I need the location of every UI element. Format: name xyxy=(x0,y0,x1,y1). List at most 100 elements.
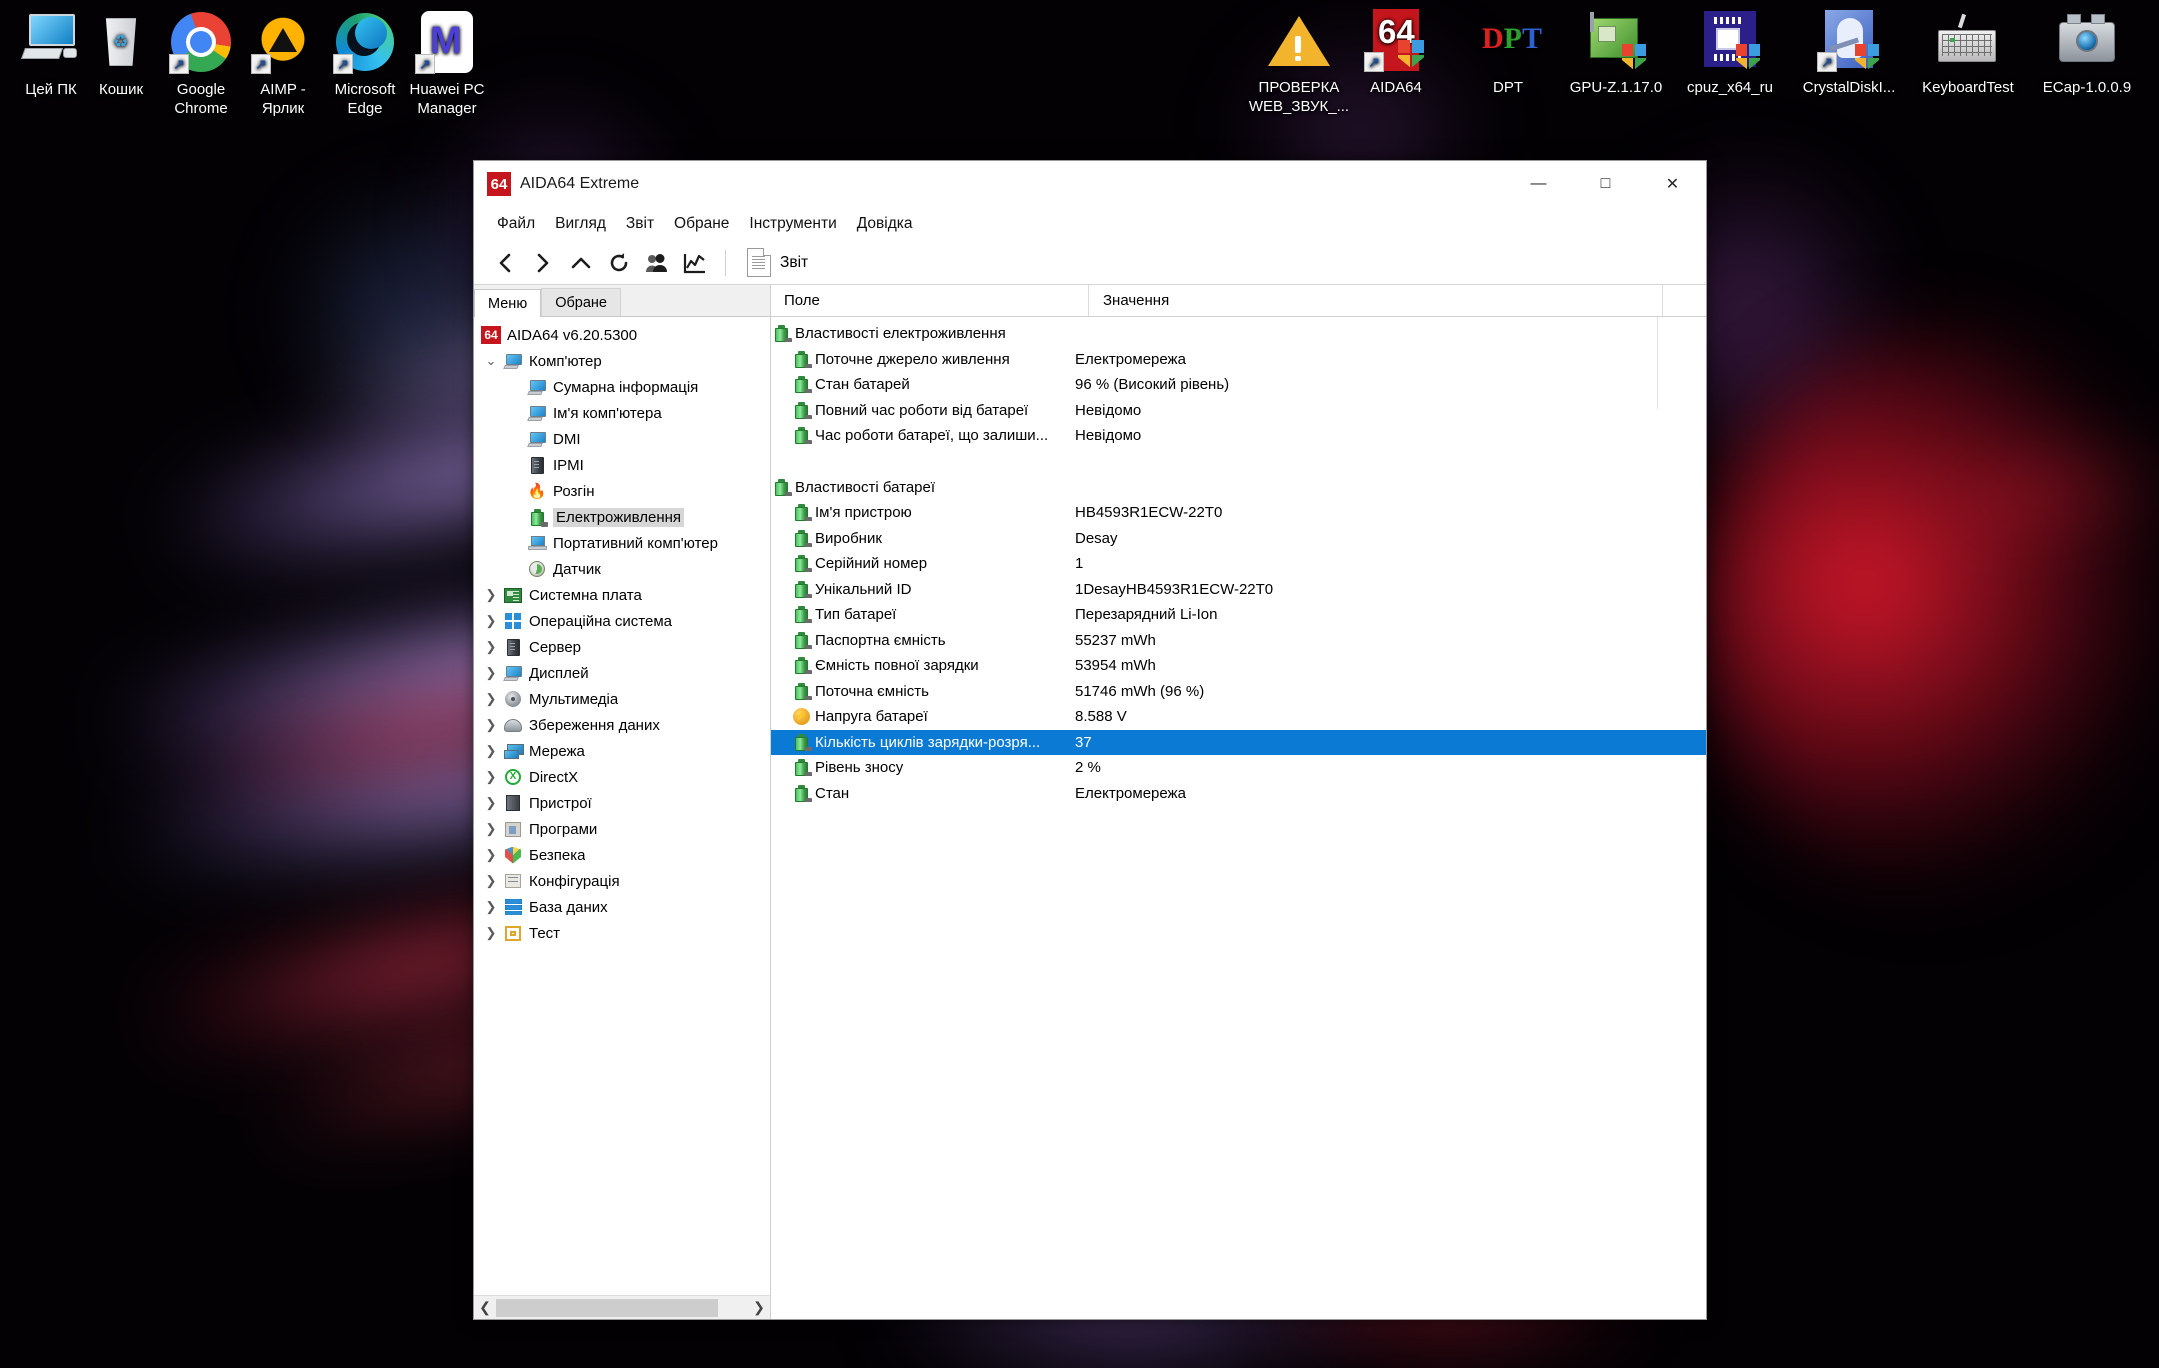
chevron-right-icon[interactable]: ❯ xyxy=(480,795,502,811)
chevron-right-icon[interactable]: ❯ xyxy=(480,925,502,941)
sidebar-item-network[interactable]: ❯ Мережа xyxy=(474,738,770,764)
sidebar-item-label: Мережа xyxy=(529,742,585,760)
users-button[interactable] xyxy=(638,245,676,281)
table-row[interactable]: Час роботи батареї, що залиши... Невідом… xyxy=(771,423,1706,449)
table-row[interactable]: Паспортна ємність 55237 mWh xyxy=(771,628,1706,654)
chevron-right-icon[interactable]: ❯ xyxy=(480,847,502,863)
table-row[interactable]: Ємність повної зарядки 53954 mWh xyxy=(771,653,1706,679)
maximize-button[interactable]: □ xyxy=(1572,161,1639,207)
scroll-left-button[interactable]: ❮ xyxy=(474,1297,496,1319)
sidebar-item-summary[interactable]: Сумарна інформація xyxy=(474,374,770,400)
sidebar-item-computer-name[interactable]: Ім'я комп'ютера xyxy=(474,400,770,426)
minimize-button[interactable]: — xyxy=(1505,161,1572,207)
table-row[interactable]: Повний час роботи від батареї Невідомо xyxy=(771,398,1706,424)
desktop-icon-aida64[interactable]: 64 AIDA64 xyxy=(1341,8,1451,97)
table-row[interactable]: Унікальний ID 1DesayHB4593R1ECW-22T0 xyxy=(771,577,1706,603)
report-button[interactable]: Звіт xyxy=(737,245,818,281)
chevron-right-icon[interactable]: ❯ xyxy=(480,613,502,629)
menu-tools[interactable]: Інструменти xyxy=(739,212,846,236)
chevron-right-icon[interactable]: ❯ xyxy=(480,899,502,915)
chevron-right-icon[interactable]: ❯ xyxy=(480,691,502,707)
chevron-right-icon[interactable]: ❯ xyxy=(480,821,502,837)
close-button[interactable]: ✕ xyxy=(1639,161,1706,207)
sidebar-item-portable-pc[interactable]: Портативний комп'ютер xyxy=(474,530,770,556)
menu-file[interactable]: Файл xyxy=(487,212,545,236)
table-row[interactable]: Стан Електромережа xyxy=(771,781,1706,807)
window-titlebar[interactable]: 64 AIDA64 Extreme — □ ✕ xyxy=(474,161,1706,207)
tree-root-aida64[interactable]: 64 AIDA64 v6.20.5300 xyxy=(474,322,770,348)
sidebar-item-configuration[interactable]: ❯ Конфігурація xyxy=(474,868,770,894)
row-field: Серійний номер xyxy=(815,555,928,573)
aida64-window[interactable]: 64 AIDA64 Extreme — □ ✕ Файл Вигляд Звіт… xyxy=(473,160,1707,1320)
chevron-right-icon[interactable]: ❯ xyxy=(480,665,502,681)
column-header-field[interactable]: Поле xyxy=(771,285,1089,316)
table-row[interactable]: Тип батареї Перезарядний Li-Ion xyxy=(771,602,1706,628)
shortcut-overlay-icon xyxy=(251,54,271,74)
sidebar-item-programs[interactable]: ❯ Програми xyxy=(474,816,770,842)
sidebar-item-overclock[interactable]: 🔥 Розгін xyxy=(474,478,770,504)
sidebar-item-security[interactable]: ❯ Безпека xyxy=(474,842,770,868)
scroll-right-button[interactable]: ❯ xyxy=(748,1297,770,1319)
scroll-thumb[interactable] xyxy=(496,1298,718,1317)
refresh-button[interactable] xyxy=(600,245,638,281)
menu-view[interactable]: Вигляд xyxy=(545,212,616,236)
tab-menu[interactable]: Меню xyxy=(474,289,542,317)
chevron-right-icon[interactable]: ❯ xyxy=(480,743,502,759)
sidebar-item-server[interactable]: ❯ Сервер xyxy=(474,634,770,660)
sidebar-item-ipmi[interactable]: IPMI xyxy=(474,452,770,478)
desktop-icon-ecap[interactable]: ECap-1.0.0.9 xyxy=(2017,8,2157,97)
menu-report[interactable]: Звіт xyxy=(616,212,664,236)
chart-button[interactable] xyxy=(676,245,714,281)
desktop-icon-dpt[interactable]: DPT DPT xyxy=(1453,8,1563,97)
sidebar-item-devices[interactable]: ❯ Пристрої xyxy=(474,790,770,816)
sidebar-item-power[interactable]: Електроживлення xyxy=(474,504,770,530)
row-field: Стан батарей xyxy=(815,376,910,394)
menu-help[interactable]: Довідка xyxy=(847,212,923,236)
sidebar-item-sensor[interactable]: Датчик xyxy=(474,556,770,582)
sidebar-item-dmi[interactable]: DMI xyxy=(474,426,770,452)
chevron-right-icon[interactable]: ❯ xyxy=(480,769,502,785)
sidebar-item-operating-system[interactable]: ❯ Операційна система xyxy=(474,608,770,634)
table-row[interactable]: Стан батарей 96 % (Високий рівень) xyxy=(771,372,1706,398)
chevron-down-icon[interactable]: ⌄ xyxy=(480,353,502,369)
sidebar-horizontal-scrollbar[interactable]: ❮ ❯ xyxy=(474,1295,770,1319)
chevron-right-icon[interactable]: ❯ xyxy=(480,873,502,889)
battery-icon xyxy=(791,504,812,522)
table-row[interactable]: Серійний номер 1 xyxy=(771,551,1706,577)
up-button[interactable] xyxy=(562,245,600,281)
desktop-icon-cpuz[interactable]: cpuz_x64_ru xyxy=(1665,8,1795,97)
sidebar-item-display[interactable]: ❯ Дисплей xyxy=(474,660,770,686)
table-row[interactable]: ⚡ Напруга батареї 8.588 V xyxy=(771,704,1706,730)
sidebar-item-test[interactable]: ❯ Тест xyxy=(474,920,770,946)
report-button-label: Звіт xyxy=(780,253,809,271)
forward-button[interactable] xyxy=(524,245,562,281)
table-row[interactable]: Поточна ємність 51746 mWh (96 %) xyxy=(771,679,1706,705)
table-row-group[interactable]: Властивості батареї xyxy=(771,475,1706,501)
sidebar-item-storage[interactable]: ❯ Збереження даних xyxy=(474,712,770,738)
back-button[interactable] xyxy=(486,245,524,281)
sidebar-item-directx[interactable]: ❯ DirectX xyxy=(474,764,770,790)
table-row[interactable]: Рівень зносу 2 % xyxy=(771,755,1706,781)
sidebar-item-multimedia[interactable]: ❯ Мультимедіа xyxy=(474,686,770,712)
column-header-value[interactable]: Значення xyxy=(1089,285,1662,316)
table-row-group[interactable]: Властивості електроживлення xyxy=(771,321,1706,347)
table-row-selected[interactable]: Кількість циклів зарядки-розря... 37 xyxy=(771,729,1706,755)
chevron-right-icon[interactable]: ❯ xyxy=(480,717,502,733)
desktop-icon-gpu-z[interactable]: GPU-Z.1.17.0 xyxy=(1551,8,1681,97)
table-row[interactable]: Ім'я пристрою HB4593R1ECW-22T0 xyxy=(771,500,1706,526)
tab-favorites[interactable]: Обране xyxy=(541,288,621,316)
chevron-right-icon[interactable]: ❯ xyxy=(480,587,502,603)
desktop-icon-huawei-pc-manager[interactable]: M Huawei PC Manager xyxy=(392,10,502,118)
sidebar-item-label: Конфігурація xyxy=(529,872,620,890)
row-value: Електромережа xyxy=(1075,784,1186,802)
battery-icon xyxy=(791,784,812,802)
row-field: Паспортна ємність xyxy=(815,631,946,649)
chevron-right-icon[interactable]: ❯ xyxy=(480,639,502,655)
sidebar-item-motherboard[interactable]: ❯ Системна плата xyxy=(474,582,770,608)
sidebar-item-database[interactable]: ❯ База даних xyxy=(474,894,770,920)
scroll-track[interactable] xyxy=(496,1296,748,1319)
menu-favorites[interactable]: Обране xyxy=(664,212,739,236)
table-row[interactable]: Виробник Desay xyxy=(771,526,1706,552)
sidebar-item-computer[interactable]: ⌄ Комп'ютер xyxy=(474,348,770,374)
table-row[interactable]: Поточне джерело живлення Електромережа xyxy=(771,347,1706,373)
